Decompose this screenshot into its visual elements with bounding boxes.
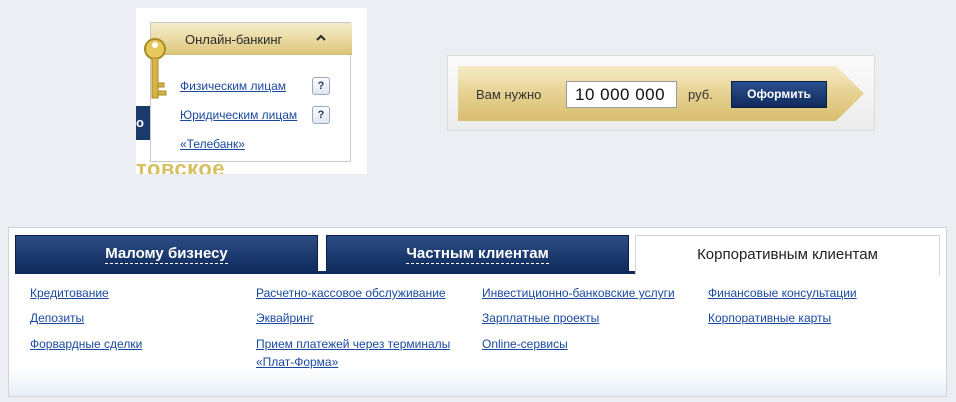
link-individuals[interactable]: Физическим лицам — [180, 79, 286, 93]
link-financial-consulting[interactable]: Финансовые консультации — [708, 284, 857, 302]
loan-request-widget: Вам нужно 10 000 000 руб. Оформить — [447, 55, 875, 131]
link-cash-settlement[interactable]: Расчетно-кассовое обслуживание — [256, 284, 446, 302]
link-acquiring[interactable]: Эквайринг — [256, 309, 314, 327]
help-legal-entities-button[interactable]: ? — [312, 106, 330, 124]
link-investment-banking[interactable]: Инвестиционно-банковские услуги — [482, 284, 675, 302]
amount-label: Вам нужно — [476, 87, 542, 102]
chevron-up-icon[interactable] — [314, 31, 328, 45]
tab-strip-underline — [15, 271, 635, 274]
client-tabs: Малому бизнесу Частным клиентам Корпорат… — [8, 227, 947, 397]
help-individuals-button[interactable]: ? — [312, 77, 330, 95]
amount-input[interactable]: 10 000 000 — [566, 81, 677, 108]
tab-private-clients-label[interactable]: Частным клиентам — [406, 245, 549, 264]
link-corporate-cards[interactable]: Корпоративные карты — [708, 309, 831, 327]
key-icon — [144, 38, 167, 99]
currency-label: руб. — [688, 87, 713, 102]
link-forward-deals[interactable]: Форвардные сделки — [30, 335, 142, 353]
online-banking-header[interactable]: Онлайн-банкинг — [151, 23, 352, 55]
online-banking-title[interactable]: Онлайн-банкинг — [185, 32, 282, 47]
tab-private-clients[interactable]: Частным клиентам — [326, 235, 629, 272]
tab-corporate-clients[interactable]: Корпоративным клиентам — [635, 235, 940, 275]
link-telebank[interactable]: «Телебанк» — [180, 137, 245, 151]
apply-button[interactable]: Оформить — [731, 81, 827, 108]
online-banking-widget: о товское Онлайн-банкинг Физическим лица… — [136, 8, 367, 174]
link-legal-entities[interactable]: Юридическим лицам — [180, 108, 297, 122]
tabs-bottom-fade — [9, 368, 946, 396]
online-banking-dropdown: Онлайн-банкинг Физическим лицам ? Юридич… — [144, 22, 352, 162]
link-deposits[interactable]: Депозиты — [30, 309, 84, 327]
link-online-services[interactable]: Online-сервисы — [482, 335, 568, 353]
tab-small-business-label[interactable]: Малому бизнесу — [105, 245, 228, 264]
link-lending[interactable]: Кредитование — [30, 284, 109, 302]
tab-small-business[interactable]: Малому бизнесу — [15, 235, 318, 272]
link-terminal-payments[interactable]: Прием платежей через терминалы — [256, 335, 450, 353]
tab-corporate-clients-label[interactable]: Корпоративным клиентам — [697, 246, 878, 263]
link-salary-projects[interactable]: Зарплатные проекты — [482, 309, 599, 327]
